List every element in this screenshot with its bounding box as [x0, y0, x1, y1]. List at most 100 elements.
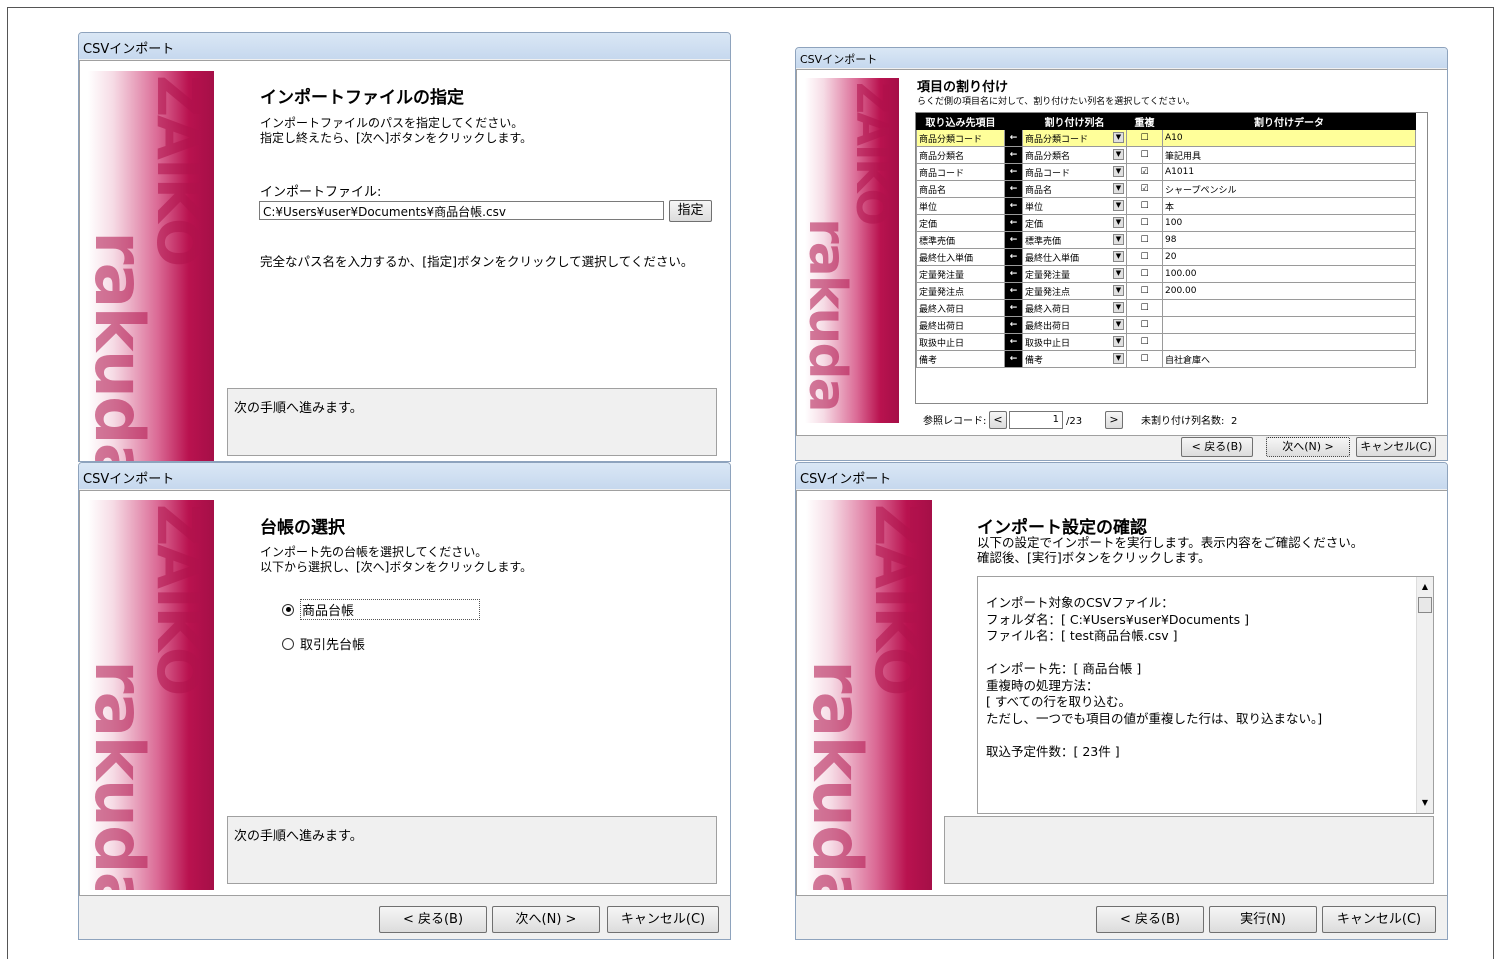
file-path-input[interactable]: C:¥Users¥user¥Documents¥商品台帳.csv	[259, 201, 664, 220]
table-row[interactable]: 標準売価 ← 標準売価 ▼ ☐ 98	[916, 231, 1416, 249]
dropdown-arrow-icon[interactable]: ▼	[1113, 233, 1124, 245]
table-row[interactable]: 商品名 ← 商品名 ▼ ☑ シャープペンシル	[916, 180, 1416, 198]
arrow-cell: ←	[1004, 282, 1023, 300]
table-row[interactable]: 定価 ← 定価 ▼ ☐ 100	[916, 214, 1416, 232]
record-input[interactable]: 1	[1009, 411, 1063, 429]
source-cell[interactable]: 取扱中止日 ▼	[1022, 333, 1127, 351]
source-cell[interactable]: 定量発注量 ▼	[1022, 265, 1127, 283]
source-cell[interactable]: 商品分類コード ▼	[1022, 129, 1127, 147]
table-row[interactable]: 最終出荷日 ← 最終出荷日 ▼ ☐	[916, 316, 1416, 334]
dropdown-arrow-icon[interactable]: ▼	[1113, 182, 1124, 194]
dup-cell[interactable]: ☐	[1126, 282, 1163, 300]
dup-cell[interactable]: ☐	[1126, 299, 1163, 317]
table-row[interactable]: 単位 ← 単位 ▼ ☐ 本	[916, 197, 1416, 215]
dropdown-arrow-icon[interactable]: ▼	[1113, 352, 1124, 364]
dropdown-arrow-icon[interactable]: ▼	[1113, 148, 1124, 160]
source-cell[interactable]: 商品名 ▼	[1022, 180, 1127, 198]
dropdown-arrow-icon[interactable]: ▼	[1113, 301, 1124, 313]
cancel-button[interactable]: キャンセル(C)	[1322, 906, 1436, 933]
dup-cell-text: ☐	[1140, 218, 1149, 228]
dup-cell[interactable]: ☐	[1126, 265, 1163, 283]
dropdown-arrow-icon[interactable]: ▼	[1113, 335, 1124, 347]
dup-cell-text: ☐	[1140, 320, 1149, 330]
run-button[interactable]: 実行(N)	[1209, 906, 1317, 933]
dropdown-arrow-icon[interactable]: ▼	[1113, 165, 1124, 177]
target-cell-text: 単位	[919, 202, 938, 213]
source-cell[interactable]: 最終出荷日 ▼	[1022, 316, 1127, 334]
summary-line	[986, 645, 1322, 662]
table-row[interactable]: 定量発注量 ← 定量発注量 ▼ ☐ 100.00	[916, 265, 1416, 283]
table-row[interactable]: 最終仕入単価 ← 最終仕入単価 ▼ ☐ 20	[916, 248, 1416, 266]
target-cell: 商品分類名	[916, 146, 1005, 164]
source-cell[interactable]: 商品コード ▼	[1022, 163, 1127, 181]
scroll-thumb[interactable]	[1418, 597, 1432, 613]
description-line: らくだ側の項目名に対して、割り付けたい列名を選択してください。	[917, 97, 1195, 107]
dup-cell[interactable]: ☐	[1126, 248, 1163, 266]
dup-cell[interactable]: ☐	[1126, 333, 1163, 351]
next-button[interactable]: 次へ(N) >	[492, 906, 600, 933]
dropdown-arrow-icon[interactable]: ▼	[1113, 267, 1124, 279]
source-cell[interactable]: 定量発注点 ▼	[1022, 282, 1127, 300]
dup-cell[interactable]: ☐	[1126, 214, 1163, 232]
data-cell: 20	[1162, 248, 1416, 266]
summary-line	[986, 727, 1322, 744]
data-cell-text: 100.00	[1165, 269, 1197, 279]
next-button[interactable]: 次へ(N) >	[1266, 437, 1350, 457]
dup-cell[interactable]: ☐	[1126, 197, 1163, 215]
dup-cell[interactable]: ☑	[1126, 163, 1163, 181]
source-cell[interactable]: 備考 ▼	[1022, 350, 1127, 368]
source-cell[interactable]: 商品分類名 ▼	[1022, 146, 1127, 164]
cancel-button[interactable]: キャンセル(C)	[607, 906, 719, 933]
table-row[interactable]: 最終入荷日 ← 最終入荷日 ▼ ☐	[916, 299, 1416, 317]
dup-cell[interactable]: ☐	[1126, 146, 1163, 164]
dup-cell-text: ☐	[1140, 337, 1149, 347]
dropdown-arrow-icon[interactable]: ▼	[1113, 131, 1124, 143]
back-button[interactable]: < 戻る(B)	[1096, 906, 1204, 933]
dropdown-arrow-icon[interactable]: ▼	[1113, 250, 1124, 262]
dropdown-arrow-icon[interactable]: ▼	[1113, 216, 1124, 228]
radio-unselected-icon	[282, 637, 294, 650]
arrow-cell: ←	[1004, 265, 1023, 283]
target-cell-text: 最終出荷日	[919, 321, 965, 332]
radio-item-ledger[interactable]: 商品台帳	[282, 599, 480, 620]
source-cell[interactable]: 標準売価 ▼	[1022, 231, 1127, 249]
table-row[interactable]: 商品分類コード ← 商品分類コード ▼ ☐ A10	[916, 129, 1416, 147]
dup-cell-text: ☐	[1140, 252, 1149, 262]
dup-cell[interactable]: ☑	[1126, 180, 1163, 198]
table-row[interactable]: 取扱中止日 ← 取扱中止日 ▼ ☐	[916, 333, 1416, 351]
table-row[interactable]: 備考 ← 備考 ▼ ☐ 自社倉庫へ	[916, 350, 1416, 368]
source-cell[interactable]: 最終入荷日 ▼	[1022, 299, 1127, 317]
cancel-button[interactable]: キャンセル(C)	[1356, 437, 1436, 457]
dup-cell-text: ☑	[1140, 167, 1149, 177]
scroll-up-icon[interactable]: ▲	[1417, 579, 1433, 595]
scroll-down-icon[interactable]: ▼	[1417, 795, 1433, 811]
dropdown-arrow-icon[interactable]: ▼	[1113, 284, 1124, 296]
dup-cell[interactable]: ☐	[1126, 231, 1163, 249]
dup-cell[interactable]: ☐	[1126, 350, 1163, 368]
summary-line: インポート対象のCSVファイル：	[986, 595, 1174, 610]
target-cell-text: 標準売価	[919, 236, 956, 247]
next-record-button[interactable]: >	[1105, 411, 1123, 429]
content-panel: ZAIKO rakuda インポートファイルの指定 インポートファイルのパスを指…	[79, 60, 730, 461]
source-cell[interactable]: 単位 ▼	[1022, 197, 1127, 215]
table-row[interactable]: 商品コード ← 商品コード ▼ ☑ A1011	[916, 163, 1416, 181]
radio-client-ledger[interactable]: 取引先台帳	[282, 634, 365, 653]
table-row[interactable]: 商品分類名 ← 商品分類名 ▼ ☐ 筆記用具	[916, 146, 1416, 164]
target-cell: 取扱中止日	[916, 333, 1005, 351]
arrow-cell: ←	[1004, 146, 1023, 164]
source-cell[interactable]: 最終仕入単価 ▼	[1022, 248, 1127, 266]
dup-cell[interactable]: ☐	[1126, 316, 1163, 334]
summary-scrollbar[interactable]: ▲ ▼	[1416, 577, 1433, 813]
arrow-cell-text: ←	[1009, 337, 1018, 347]
back-button[interactable]: < 戻る(B)	[1181, 437, 1253, 457]
dropdown-arrow-icon[interactable]: ▼	[1113, 199, 1124, 211]
back-button[interactable]: < 戻る(B)	[379, 906, 487, 933]
prev-record-button[interactable]: <	[989, 411, 1007, 429]
arrow-cell: ←	[1004, 197, 1023, 215]
brand-banner: ZAIKO rakuda	[88, 500, 214, 890]
dup-cell[interactable]: ☐	[1126, 129, 1163, 147]
dropdown-arrow-icon[interactable]: ▼	[1113, 318, 1124, 330]
table-row[interactable]: 定量発注点 ← 定量発注点 ▼ ☐ 200.00	[916, 282, 1416, 300]
source-cell[interactable]: 定価 ▼	[1022, 214, 1127, 232]
browse-button[interactable]: 指定	[669, 200, 712, 222]
